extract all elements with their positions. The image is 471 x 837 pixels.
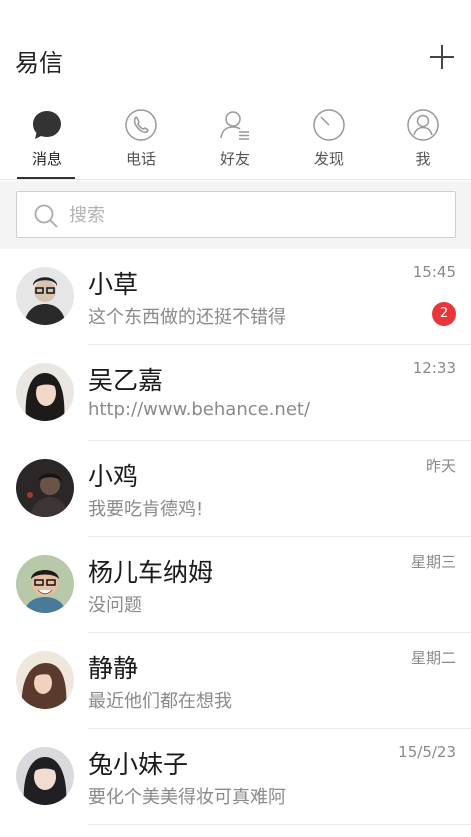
tab-friends[interactable]: 好友	[188, 100, 282, 180]
contact-name: 静静	[88, 654, 139, 683]
profile-icon	[407, 109, 439, 141]
tab-label: 好友	[219, 150, 250, 168]
avatar	[16, 363, 74, 421]
conversation-row[interactable]: 静静 最近他们都在想我 星期二	[0, 633, 471, 729]
timestamp: 昨天	[425, 457, 456, 475]
timestamp: 15:45	[412, 263, 456, 281]
timestamp: 星期二	[410, 649, 456, 667]
tab-phone[interactable]: 电话	[94, 100, 188, 180]
tab-label: 消息	[31, 150, 62, 168]
avatar	[16, 555, 74, 613]
message-preview: 要化个美美得妆可真难阿	[88, 787, 286, 808]
search-input[interactable]	[69, 200, 439, 230]
contact-name: 兔小妹子	[88, 750, 189, 779]
conversation-row[interactable]: 杨儿车纳姆 没问题 星期三	[0, 537, 471, 633]
timestamp: 星期三	[410, 553, 456, 571]
contacts-icon	[220, 111, 249, 140]
conversation-row[interactable]: 兔小妹子 要化个美美得妆可真难阿 15/5/23	[0, 729, 471, 825]
compass-icon	[313, 109, 345, 141]
search-icon	[34, 204, 58, 228]
chat-bubble-icon	[33, 111, 61, 139]
plus-icon	[430, 45, 454, 69]
app-title: 易信	[15, 49, 63, 77]
unread-badge: 2	[432, 302, 456, 326]
tab-messages[interactable]: 消息	[0, 100, 94, 180]
tab-label: 电话	[125, 150, 156, 168]
tab-discover[interactable]: 发现	[282, 100, 376, 180]
row-divider	[88, 824, 471, 825]
contact-name: 杨儿车纳姆	[88, 558, 214, 587]
conversation-row[interactable]: 小草 这个东西做的还挺不错得 15:45 2	[0, 249, 471, 345]
message-preview: 这个东西做的还挺不错得	[88, 307, 286, 328]
avatar	[16, 267, 74, 325]
contact-name: 吴乙嘉	[88, 366, 164, 395]
message-preview: http://www.behance.net/	[88, 399, 311, 420]
search-bar	[0, 181, 471, 249]
active-tab-indicator	[17, 177, 75, 179]
tab-label: 我	[415, 150, 431, 168]
avatar	[16, 651, 74, 709]
timestamp: 15/5/23	[398, 743, 456, 761]
contact-name: 小鸡	[88, 462, 139, 491]
conversation-row[interactable]: 吴乙嘉 http://www.behance.net/ 12:33	[0, 345, 471, 441]
tab-label: 发现	[313, 150, 344, 168]
tab-bar: 消息 电话 好友 发现 我	[0, 100, 471, 180]
message-preview: 最近他们都在想我	[88, 691, 232, 712]
avatar	[16, 459, 74, 517]
message-preview: 没问题	[88, 595, 142, 616]
add-button[interactable]	[428, 43, 456, 71]
timestamp: 12:33	[412, 359, 456, 377]
avatar	[16, 747, 74, 805]
conversation-row[interactable]: 小鸡 我要吃肯德鸡! 昨天	[0, 441, 471, 537]
phone-icon	[125, 109, 157, 141]
search-box[interactable]	[16, 191, 456, 238]
app-header: 易信	[0, 0, 471, 100]
tab-me[interactable]: 我	[376, 100, 470, 180]
message-preview: 我要吃肯德鸡!	[88, 499, 204, 520]
contact-name: 小草	[88, 270, 139, 299]
